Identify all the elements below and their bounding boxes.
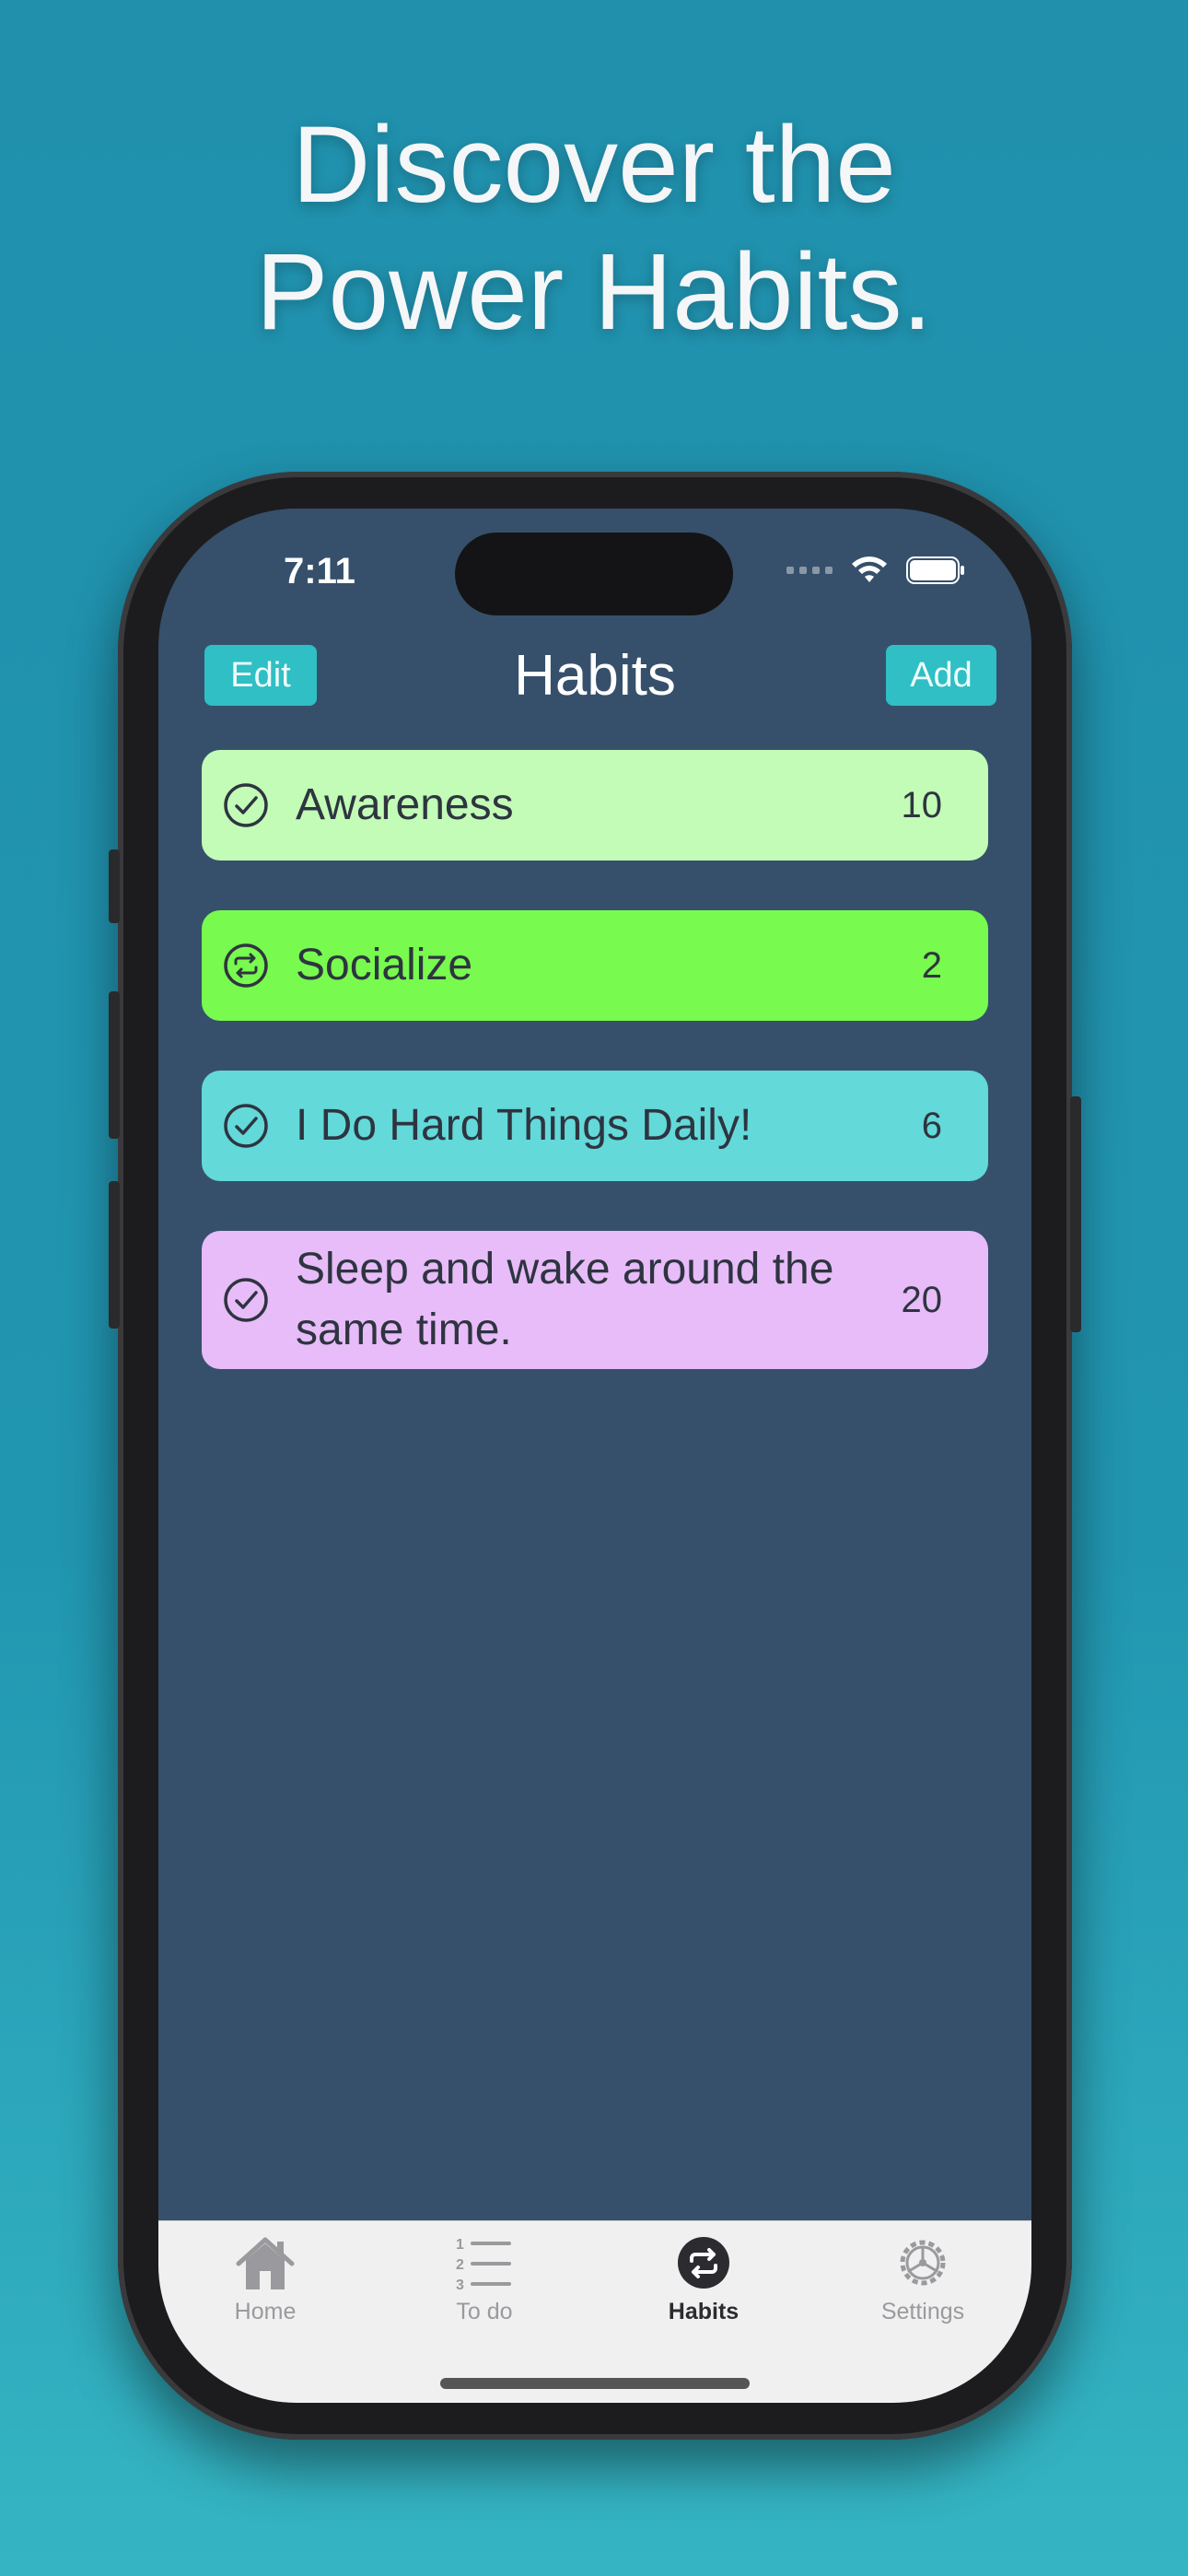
- tab-bar: Home 1 2 3 To do Habits Settings: [158, 2220, 1031, 2403]
- tab-label: Home: [234, 2299, 297, 2324]
- tab-label: To do: [456, 2299, 513, 2324]
- volume-down-button: [109, 1181, 120, 1329]
- gear-icon: [900, 2240, 946, 2286]
- tab-home[interactable]: Home: [182, 2232, 348, 2325]
- habit-label: Socialize: [296, 941, 473, 989]
- svg-text:2: 2: [456, 2257, 464, 2273]
- habit-row-socialize[interactable]: Socialize 2: [202, 910, 988, 1021]
- svg-text:3: 3: [456, 2277, 464, 2293]
- check-circle-icon[interactable]: [222, 1276, 270, 1324]
- phone-screen: 7:11 Edit Habits Add Awareness 10 Social…: [158, 509, 1031, 2403]
- tab-habits[interactable]: Habits: [621, 2232, 786, 2325]
- wifi-icon: [852, 556, 887, 582]
- check-circle-icon[interactable]: [222, 781, 270, 829]
- status-time: 7:11: [284, 551, 355, 591]
- habit-count: 2: [921, 944, 942, 986]
- tab-settings[interactable]: Settings: [840, 2232, 1006, 2325]
- habit-row-hard-things[interactable]: I Do Hard Things Daily! 6: [202, 1071, 988, 1181]
- svg-text:1: 1: [456, 2237, 464, 2253]
- house-icon: [236, 2237, 295, 2289]
- numbered-list-icon: 1 2 3: [456, 2237, 511, 2293]
- habit-count: 10: [901, 784, 943, 825]
- habit-row-awareness[interactable]: Awareness 10: [202, 750, 988, 861]
- status-icons: [786, 555, 965, 586]
- check-circle-icon[interactable]: [222, 1102, 270, 1150]
- battery-icon: [906, 556, 964, 584]
- tab-label: Habits: [668, 2299, 740, 2324]
- dynamic-island: [455, 533, 733, 615]
- habit-row-sleep[interactable]: Sleep and wake around the same time. 20: [202, 1231, 988, 1369]
- tab-label: Settings: [880, 2299, 965, 2324]
- habit-label: I Do Hard Things Daily!: [296, 1101, 752, 1150]
- headline-line-2: Power Habits.: [255, 231, 933, 353]
- habit-label: Awareness: [296, 780, 514, 829]
- power-button: [1070, 1096, 1081, 1332]
- headline-line-1: Discover the: [292, 104, 896, 226]
- add-button[interactable]: Add: [886, 645, 996, 706]
- headline: Discover the Power Habits.: [0, 101, 1188, 356]
- repeat-circle-icon[interactable]: [222, 942, 270, 989]
- repeat-circle-icon: [678, 2237, 729, 2289]
- habit-count: 20: [901, 1279, 943, 1320]
- habit-label: Sleep and wake around the same time.: [296, 1245, 834, 1354]
- habit-count: 6: [921, 1105, 942, 1146]
- action-button: [109, 849, 120, 923]
- tab-todo[interactable]: 1 2 3 To do: [402, 2232, 567, 2325]
- volume-up-button: [109, 991, 120, 1139]
- home-indicator[interactable]: [440, 2378, 750, 2389]
- cellular-signal-icon: [786, 567, 833, 574]
